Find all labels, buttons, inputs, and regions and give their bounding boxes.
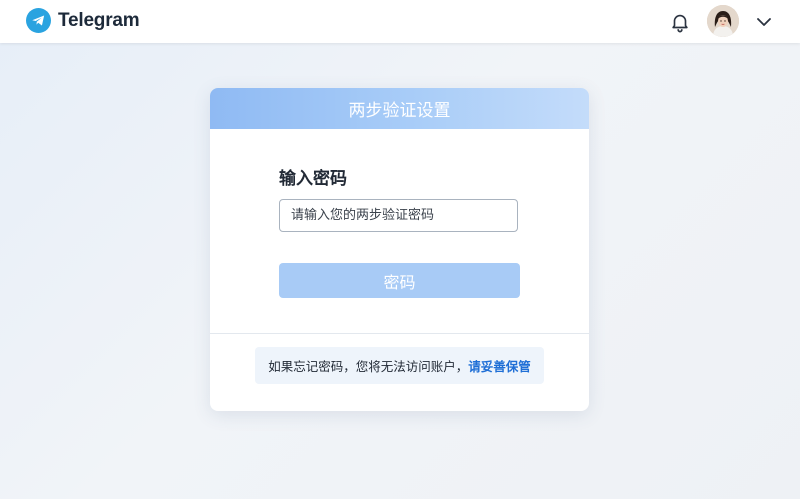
telegram-logo-icon xyxy=(26,8,51,33)
warning-text: 如果忘记密码，您将无法访问账户， xyxy=(268,359,469,374)
app-title: Telegram xyxy=(58,9,140,31)
chevron-down-icon[interactable] xyxy=(755,14,773,30)
brand[interactable]: Telegram xyxy=(26,8,140,33)
password-label: 输入密码 xyxy=(279,169,347,189)
submit-button[interactable]: 密码 xyxy=(279,263,520,298)
bell-icon[interactable] xyxy=(669,11,691,33)
two-step-card: 两步验证设置 输入密码 密码 如果忘记密码，您将无法访问账户， 请妥善保管 xyxy=(210,88,589,411)
top-bar: Telegram xyxy=(0,0,800,43)
keep-safe-link[interactable]: 请妥善保管 xyxy=(468,356,531,375)
password-input[interactable] xyxy=(279,199,518,232)
card-title: 两步验证设置 xyxy=(210,88,589,129)
divider xyxy=(210,333,589,334)
user-avatar[interactable] xyxy=(707,5,739,37)
warning-note: 如果忘记密码，您将无法访问账户， 请妥善保管 xyxy=(255,347,544,384)
